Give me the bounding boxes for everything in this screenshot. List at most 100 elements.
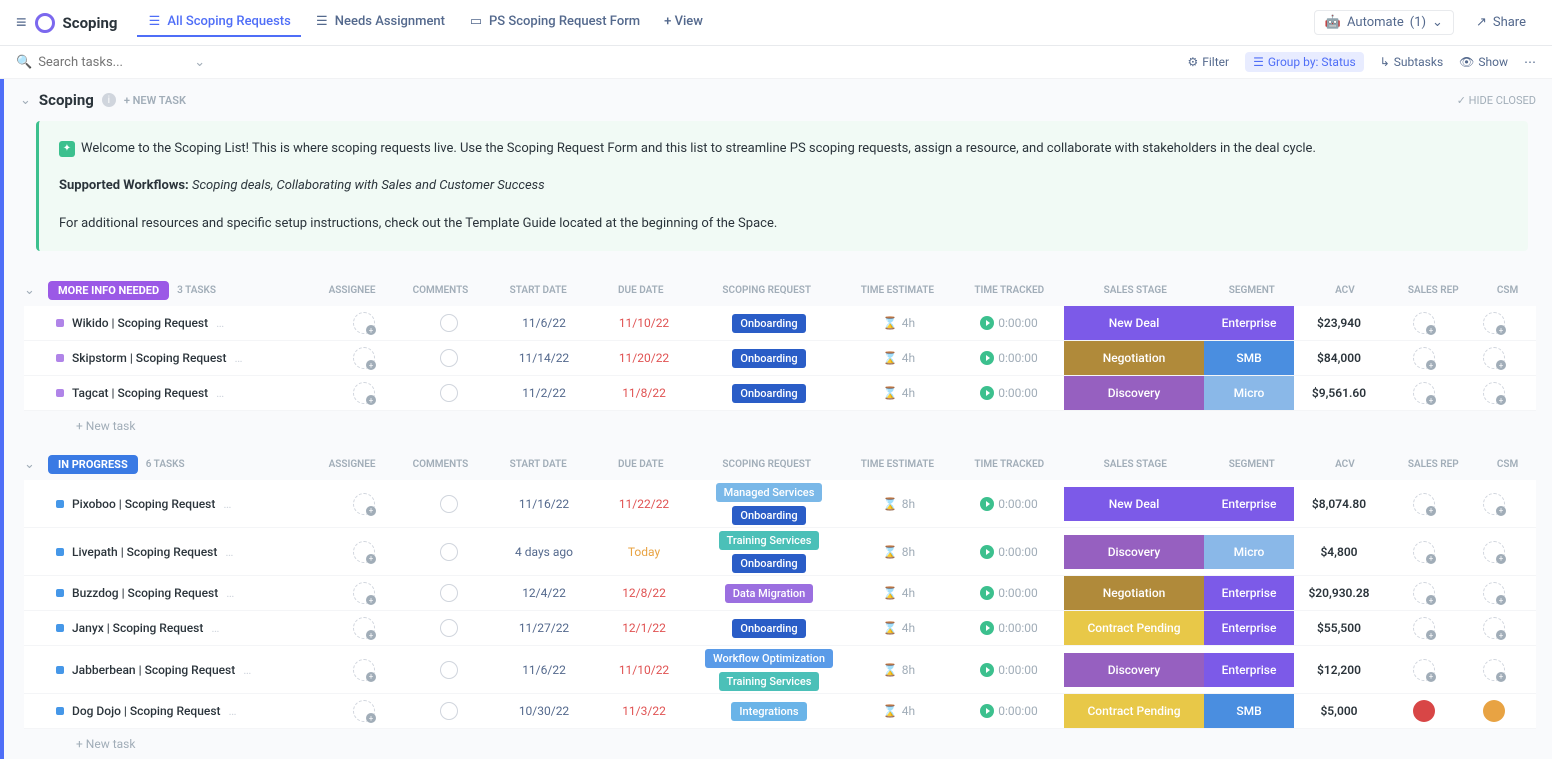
assign-avatar[interactable] <box>353 541 375 563</box>
new-task-button[interactable]: + NEW TASK <box>124 94 186 107</box>
comment-icon[interactable] <box>440 661 458 679</box>
task-row[interactable]: Dog Dojo | Scoping Request … 10/30/22 11… <box>24 694 1536 729</box>
new-task-row[interactable]: + New task <box>24 411 1536 441</box>
start-date[interactable]: 12/4/22 <box>522 586 566 600</box>
time-estimate[interactable]: ⌛4h <box>883 316 915 330</box>
time-estimate[interactable]: ⌛4h <box>883 351 915 365</box>
assign-avatar[interactable] <box>1483 382 1505 404</box>
status-badge[interactable]: IN PROGRESS <box>48 455 138 474</box>
assign-avatar[interactable] <box>353 347 375 369</box>
edit-icon[interactable]: … <box>226 586 234 600</box>
assign-avatar[interactable] <box>353 493 375 515</box>
assign-avatar[interactable] <box>353 700 375 722</box>
comment-icon[interactable] <box>440 619 458 637</box>
assign-avatar[interactable] <box>1483 617 1505 639</box>
scoping-tag[interactable]: Data Migration <box>725 584 814 603</box>
task-row[interactable]: Buzzdog | Scoping Request … 12/4/22 12/8… <box>24 576 1536 611</box>
collapse-icon[interactable]: ⌄ <box>24 283 40 299</box>
assign-avatar[interactable] <box>1413 541 1435 563</box>
start-date[interactable]: 11/27/22 <box>519 621 569 635</box>
more-button[interactable]: ⋯ <box>1524 55 1536 69</box>
play-icon[interactable] <box>980 545 994 559</box>
play-icon[interactable] <box>980 316 994 330</box>
assign-avatar[interactable] <box>1483 493 1505 515</box>
assign-avatar[interactable] <box>1413 347 1435 369</box>
menu-icon[interactable]: ≡ <box>16 12 27 33</box>
assign-avatar[interactable] <box>1413 493 1435 515</box>
play-icon[interactable] <box>980 351 994 365</box>
edit-icon[interactable]: … <box>216 386 224 400</box>
comment-icon[interactable] <box>440 349 458 367</box>
time-estimate[interactable]: ⌛4h <box>883 586 915 600</box>
comment-icon[interactable] <box>440 543 458 561</box>
segment[interactable]: Enterprise <box>1204 487 1294 521</box>
task-row[interactable]: Livepath | Scoping Request … 4 days ago … <box>24 528 1536 576</box>
segment[interactable]: SMB <box>1204 694 1294 728</box>
space-icon[interactable] <box>35 13 55 33</box>
assign-avatar[interactable] <box>1413 312 1435 334</box>
time-estimate[interactable]: ⌛4h <box>883 386 915 400</box>
start-date[interactable]: 11/14/22 <box>519 351 569 365</box>
automate-button[interactable]: 🤖Automate(1)⌄ <box>1314 10 1454 35</box>
subtasks-button[interactable]: ↳Subtasks <box>1380 55 1443 69</box>
time-tracked[interactable]: 0:00:00 <box>980 586 1038 600</box>
start-date[interactable]: 11/16/22 <box>519 497 569 511</box>
acv-value[interactable]: $84,000 <box>1317 351 1361 365</box>
time-tracked[interactable]: 0:00:00 <box>980 545 1038 559</box>
time-estimate[interactable]: ⌛4h <box>883 704 915 718</box>
acv-value[interactable]: $9,561.60 <box>1312 386 1366 400</box>
start-date[interactable]: 4 days ago <box>515 545 573 559</box>
task-row[interactable]: Janyx | Scoping Request … 11/27/22 12/1/… <box>24 611 1536 646</box>
due-date[interactable]: 11/22/22 <box>619 497 669 511</box>
sales-stage[interactable]: Discovery <box>1064 535 1204 569</box>
acv-value[interactable]: $4,800 <box>1320 545 1357 559</box>
due-date[interactable]: 11/3/22 <box>622 704 666 718</box>
play-icon[interactable] <box>980 621 994 635</box>
edit-icon[interactable]: … <box>243 663 251 677</box>
info-icon[interactable]: i <box>102 93 116 107</box>
edit-icon[interactable]: … <box>225 545 233 559</box>
avatar[interactable] <box>1483 700 1505 722</box>
time-tracked[interactable]: 0:00:00 <box>980 351 1038 365</box>
start-date[interactable]: 10/30/22 <box>519 704 569 718</box>
scoping-tag[interactable]: Training Services <box>719 672 820 691</box>
acv-value[interactable]: $23,940 <box>1317 316 1361 330</box>
play-icon[interactable] <box>980 663 994 677</box>
search-input[interactable] <box>38 55 188 70</box>
assign-avatar[interactable] <box>353 617 375 639</box>
assign-avatar[interactable] <box>1483 312 1505 334</box>
due-date[interactable]: 12/1/22 <box>622 621 666 635</box>
due-date[interactable]: Today <box>628 545 660 559</box>
play-icon[interactable] <box>980 497 994 511</box>
edit-icon[interactable]: … <box>216 316 224 330</box>
scoping-tag[interactable]: Training Services <box>719 531 820 550</box>
play-icon[interactable] <box>980 386 994 400</box>
acv-value[interactable]: $55,500 <box>1317 621 1361 635</box>
segment[interactable]: Enterprise <box>1204 653 1294 687</box>
tab-needs-assignment[interactable]: ☰Needs Assignment <box>305 8 455 37</box>
scoping-tag[interactable]: Onboarding <box>732 314 805 333</box>
task-row[interactable]: Tagcat | Scoping Request … 11/2/22 11/8/… <box>24 376 1536 411</box>
assign-avatar[interactable] <box>1483 347 1505 369</box>
time-estimate[interactable]: ⌛8h <box>883 663 915 677</box>
sales-stage[interactable]: Discovery <box>1064 376 1204 410</box>
start-date[interactable]: 11/6/22 <box>522 663 566 677</box>
tab-all-scoping[interactable]: ☰All Scoping Requests <box>137 8 300 37</box>
edit-icon[interactable]: … <box>223 497 231 511</box>
time-tracked[interactable]: 0:00:00 <box>980 497 1038 511</box>
filter-button[interactable]: ⚙Filter <box>1187 55 1229 69</box>
sales-stage[interactable]: New Deal <box>1064 487 1204 521</box>
add-view-button[interactable]: + View <box>654 8 713 37</box>
show-button[interactable]: 👁Show <box>1459 55 1508 69</box>
due-date[interactable]: 11/20/22 <box>619 351 669 365</box>
comment-icon[interactable] <box>440 584 458 602</box>
time-estimate[interactable]: ⌛8h <box>883 545 915 559</box>
scoping-tag[interactable]: Onboarding <box>732 506 805 525</box>
task-row[interactable]: Wikido | Scoping Request … 11/6/22 11/10… <box>24 306 1536 341</box>
assign-avatar[interactable] <box>1413 382 1435 404</box>
collapse-icon[interactable]: ⌄ <box>20 93 31 108</box>
time-tracked[interactable]: 0:00:00 <box>980 386 1038 400</box>
comment-icon[interactable] <box>440 314 458 332</box>
acv-value[interactable]: $20,930.28 <box>1308 586 1369 600</box>
scoping-tag[interactable]: Integrations <box>731 702 806 721</box>
